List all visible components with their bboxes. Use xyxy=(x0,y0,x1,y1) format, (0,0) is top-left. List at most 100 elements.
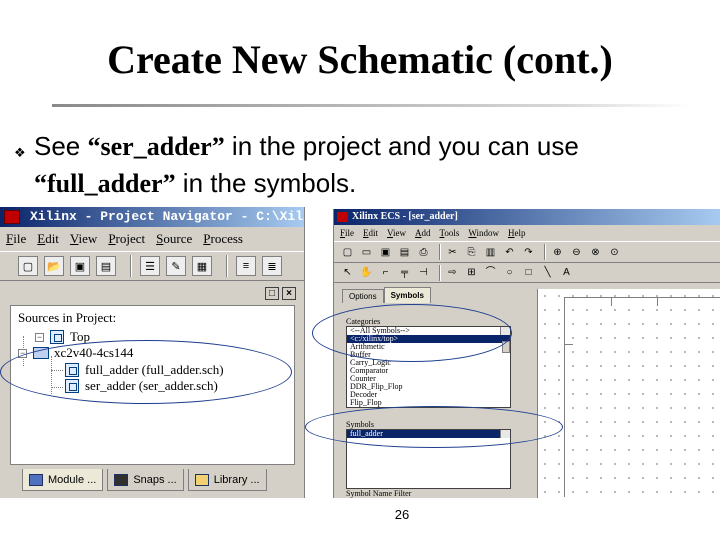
restore-icon[interactable]: □ xyxy=(265,286,279,300)
tab-module-view[interactable]: Module ... xyxy=(22,469,104,491)
navigator-toolbar: ▢ 📂 ▣ ▤ ☰ ✎ ▦ ≡ ≣ xyxy=(0,251,304,281)
menu-edit[interactable]: Edit xyxy=(37,231,59,247)
open-folder-icon[interactable]: 📂 xyxy=(44,256,64,276)
ecs-drawing-toolbar: ↖ ✋ ⌐ ╤ ⊣ ⇨ ⊞ ⌒ ○ □ ╲ A xyxy=(334,263,720,283)
open-folder-icon[interactable]: ▭ xyxy=(359,245,374,260)
sheet-border xyxy=(564,297,720,497)
menu-view[interactable]: View xyxy=(70,231,97,247)
zoom-fit-icon[interactable]: ⊗ xyxy=(588,245,603,260)
library-icon xyxy=(194,473,209,486)
border-tick xyxy=(657,298,658,306)
tab-symbols[interactable]: Symbols xyxy=(383,287,431,303)
menu-file[interactable]: File xyxy=(340,228,354,238)
tab-label: Module ... xyxy=(48,473,97,486)
sources-panel-header: □ × xyxy=(0,285,304,301)
title-divider xyxy=(52,104,692,107)
ecs-title: Xilinx ECS - [ser_adder] xyxy=(352,211,458,222)
zoom-in-icon[interactable]: ⊕ xyxy=(550,245,565,260)
edit-source-icon[interactable]: ✎ xyxy=(166,256,186,276)
add-io-marker-icon[interactable]: ⇨ xyxy=(445,265,460,280)
ecs-app-icon xyxy=(337,212,348,222)
quoted-full-adder: “full_adder” xyxy=(34,169,176,198)
bullet-icon: ❖ xyxy=(14,146,26,161)
hand-icon[interactable]: ✋ xyxy=(359,265,374,280)
slide-title: Create New Schematic (cont.) xyxy=(107,37,613,82)
ecs-toolbar: ▢ ▭ ▣ ▤ ⎙ ✂ ⎘ ▥ ↶ ↷ ⊕ ⊖ ⊗ ⊙ xyxy=(334,241,720,263)
sources-label: Sources in Project: xyxy=(18,310,117,325)
menu-edit[interactable]: Edit xyxy=(363,228,378,238)
menu-project[interactable]: Project xyxy=(108,231,145,247)
ecs-menubar: File Edit View Add Tools Window Help xyxy=(334,225,720,241)
zoom-out-icon[interactable]: ⊖ xyxy=(569,245,584,260)
tab-options[interactable]: Options xyxy=(342,289,384,303)
menu-source[interactable]: Source xyxy=(156,231,192,247)
select-arrow-icon[interactable]: ↖ xyxy=(340,265,355,280)
navigator-titlebar[interactable]: Xilinx - Project Navigator - C:\Xilinx\ xyxy=(0,207,304,227)
module-icon xyxy=(29,473,43,486)
print-preview-icon[interactable]: ▤ xyxy=(397,245,412,260)
project-icon xyxy=(50,330,64,344)
menu-help[interactable]: Help xyxy=(508,228,526,238)
add-rectangle-icon[interactable]: □ xyxy=(521,265,536,280)
symbol-name-filter-label: Symbol Name Filter xyxy=(346,489,412,498)
properties-icon[interactable]: ▦ xyxy=(192,256,212,276)
bullet-text: See “ser_adder” in the project and you c… xyxy=(34,128,718,202)
list-check-icon[interactable]: ≣ xyxy=(262,256,282,276)
ecs-titlebar[interactable]: Xilinx ECS - [ser_adder] xyxy=(334,209,720,225)
tab-label: Library ... xyxy=(213,473,260,486)
add-net-name-icon[interactable]: ╤ xyxy=(397,265,412,280)
add-symbol-icon[interactable]: ⊞ xyxy=(464,265,479,280)
new-source-icon[interactable]: ☰ xyxy=(140,256,160,276)
save-icon[interactable]: ▣ xyxy=(378,245,393,260)
highlight-ellipse-sources xyxy=(0,340,292,404)
add-circle-icon[interactable]: ○ xyxy=(502,265,517,280)
add-wire-icon[interactable]: ⌐ xyxy=(378,265,393,280)
menu-add[interactable]: Add xyxy=(415,228,431,238)
toolbar-separator xyxy=(439,244,441,260)
close-icon[interactable]: × xyxy=(282,286,296,300)
text-part: in the project and you can use xyxy=(224,131,579,161)
undo-icon[interactable]: ↶ xyxy=(502,245,517,260)
navigator-tabs: Module ... Snaps ... Library ... xyxy=(22,469,271,491)
menu-view[interactable]: View xyxy=(387,228,406,238)
add-text-icon[interactable]: A xyxy=(559,265,574,280)
save-icon[interactable]: ▣ xyxy=(70,256,90,276)
print-icon[interactable]: ⎙ xyxy=(416,245,431,260)
add-line-icon[interactable]: ╲ xyxy=(540,265,555,280)
navigator-menubar: File Edit View Project Source Process xyxy=(0,227,304,251)
menu-file[interactable]: File xyxy=(6,231,26,247)
menu-process[interactable]: Process xyxy=(203,231,243,247)
toolbar-separator xyxy=(226,255,228,277)
tab-label: Snaps ... xyxy=(133,473,177,486)
border-tick xyxy=(565,344,573,345)
toolbar-separator xyxy=(544,244,546,260)
collapse-icon[interactable]: − xyxy=(35,332,44,342)
menu-window[interactable]: Window xyxy=(468,228,499,238)
list-icon[interactable]: ≡ xyxy=(236,256,256,276)
new-file-icon[interactable]: ▢ xyxy=(18,256,38,276)
tab-snapshots[interactable]: Snaps ... xyxy=(107,469,184,491)
border-tick xyxy=(611,298,612,306)
page-number: 26 xyxy=(394,507,410,522)
navigator-title: Xilinx - Project Navigator - C:\Xilinx\ xyxy=(30,209,305,224)
save-all-icon[interactable]: ▤ xyxy=(96,256,116,276)
paste-icon[interactable]: ▥ xyxy=(483,245,498,260)
tab-library[interactable]: Library ... xyxy=(187,469,267,491)
toolbar-separator xyxy=(439,264,441,281)
highlight-ellipse-category xyxy=(312,304,512,362)
add-bus-tap-icon[interactable]: ⊣ xyxy=(416,265,431,280)
xilinx-app-icon xyxy=(4,210,20,224)
menu-tools[interactable]: Tools xyxy=(440,228,460,238)
zoom-area-icon[interactable]: ⊙ xyxy=(607,245,622,260)
quoted-ser-adder: “ser_adder” xyxy=(87,132,225,161)
schematic-canvas[interactable] xyxy=(537,289,720,498)
highlight-ellipse-symbol xyxy=(305,406,563,448)
ecs-panel-tabs: Options Symbols xyxy=(342,287,522,303)
redo-icon[interactable]: ↷ xyxy=(521,245,536,260)
cut-icon[interactable]: ✂ xyxy=(445,245,460,260)
text-part: See xyxy=(34,131,88,161)
copy-icon[interactable]: ⎘ xyxy=(464,245,479,260)
add-arc-icon[interactable]: ⌒ xyxy=(483,265,498,280)
new-file-icon[interactable]: ▢ xyxy=(340,245,355,260)
camera-icon xyxy=(114,473,129,486)
